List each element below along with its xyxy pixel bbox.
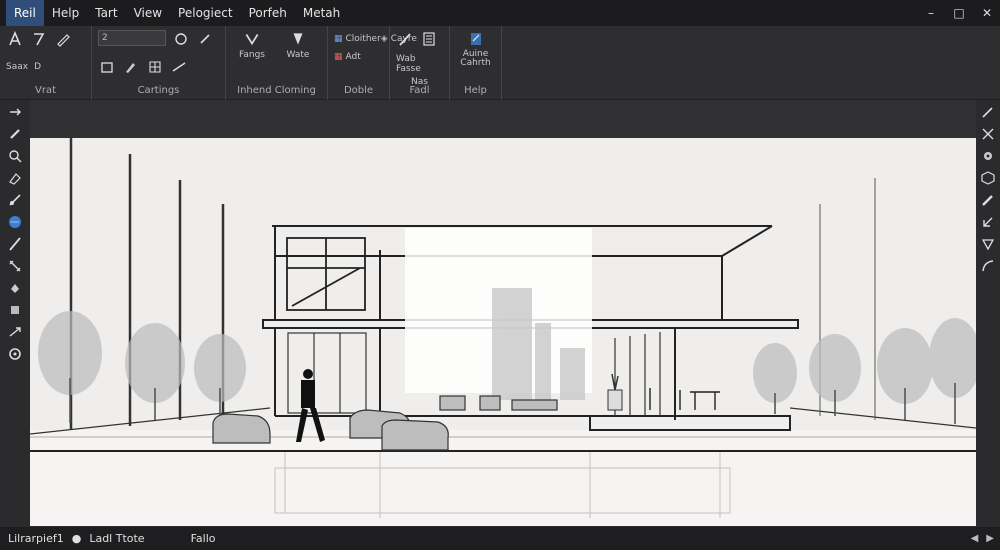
pen-icon[interactable] [396, 30, 414, 48]
help-book-icon[interactable] [467, 30, 485, 48]
status-nav: ◀ ▶ [971, 527, 994, 550]
d-tool[interactable]: D [34, 58, 41, 76]
group-label-doble: Doble [343, 85, 374, 96]
group-label-help: Help [464, 85, 487, 96]
paint-bucket-icon[interactable] [7, 280, 23, 296]
rotate-icon[interactable] [7, 346, 23, 362]
document-icon[interactable] [420, 30, 438, 48]
web-fasse-tool[interactable]: Wab Fasse Nas [396, 54, 443, 87]
adt-label: Adt [345, 52, 361, 62]
wate-tool[interactable]: Wate [278, 30, 318, 60]
ribbon-group-cartings: 2 Cartings [92, 26, 226, 100]
adt-item[interactable]: ▦ Adt [334, 48, 361, 66]
dimension-icon[interactable] [7, 258, 23, 274]
globe-icon[interactable] [7, 214, 23, 230]
menu-help[interactable]: Help [44, 0, 87, 26]
tape-icon[interactable] [7, 192, 23, 208]
push-pull-icon[interactable] [7, 302, 23, 318]
close-button[interactable]: ✕ [980, 6, 994, 20]
orbit-icon[interactable] [7, 104, 23, 120]
ribbon-group-vrat: Saax D Vrat [0, 26, 92, 100]
window-controls: – □ ✕ [924, 0, 994, 26]
pencil-icon[interactable] [54, 30, 72, 48]
ribbon-group-help: Auine Cahrth Help [450, 26, 502, 100]
wate-icon [293, 33, 303, 45]
status-item-3[interactable]: Fallo [183, 532, 224, 545]
link-icon[interactable] [196, 30, 214, 48]
wate-label: Wate [286, 50, 310, 60]
fangs-icon [245, 34, 259, 46]
fangs-tool[interactable]: Fangs [232, 30, 272, 60]
gear-icon[interactable] [980, 148, 996, 164]
nav-right-icon[interactable]: ▶ [986, 533, 994, 544]
ribbon-group-doble: ▦ Cloither ▦ Adt ◈ Cayre Doble [328, 26, 417, 100]
ribbon: Saax D Vrat 2 Cartings Fangs Wate Inhend… [0, 26, 1000, 100]
cloither-item[interactable]: ▦ Cloither [334, 30, 381, 48]
grid-icon[interactable] [146, 58, 164, 76]
status-item-2[interactable]: Ladl Ttote [81, 532, 152, 545]
pan-icon[interactable] [7, 126, 23, 142]
minimize-button[interactable]: – [924, 6, 938, 20]
group-label-fadl: Fadl [409, 85, 430, 96]
scissors-icon[interactable] [980, 126, 996, 142]
ribbon-group-fadl: Wab Fasse Nas Fadl [390, 26, 450, 100]
left-toolbar [0, 100, 30, 527]
cartings-field[interactable]: 2 [98, 30, 166, 46]
menu-reil[interactable]: Reil [6, 0, 44, 26]
right-toolbar [976, 100, 1000, 527]
info-icon[interactable]: ● [72, 532, 82, 545]
curve-icon[interactable] [980, 258, 996, 274]
move-icon[interactable] [7, 324, 23, 340]
status-item-1[interactable]: Lilrarpief1 [0, 532, 72, 545]
menu-bar: Reil Help Tart View Pelogiect Porfeh Met… [0, 0, 1000, 26]
menu-view[interactable]: View [126, 0, 170, 26]
layers-icon[interactable] [98, 58, 116, 76]
modeling-canvas[interactable] [30, 138, 976, 526]
menu-metah[interactable]: Metah [295, 0, 348, 26]
group-label-inhend: Inhend Cloming [237, 85, 316, 96]
ribbon-group-inhend: Fangs Wate Inhend Cloming [226, 26, 328, 100]
architectural-drawing [30, 138, 976, 526]
maximize-button[interactable]: □ [952, 6, 966, 20]
brush-side-icon[interactable] [980, 192, 996, 208]
menu-pelogiect[interactable]: Pelogiect [170, 0, 241, 26]
group-label-cartings: Cartings [137, 85, 180, 96]
fangs-label: Fangs [239, 50, 265, 60]
zoom-icon[interactable] [7, 148, 23, 164]
status-bar: Lilrarpief1 ● Ladl Ttote Fallo ◀ ▶ [0, 527, 1000, 550]
nav-left-icon[interactable]: ◀ [971, 533, 979, 544]
arrow-back-icon[interactable] [980, 214, 996, 230]
refresh-icon[interactable] [172, 30, 190, 48]
save-tool[interactable]: Saax [6, 58, 28, 76]
menu-tart[interactable]: Tart [87, 0, 125, 26]
measure-icon[interactable] [170, 58, 188, 76]
cube-icon[interactable] [980, 170, 996, 186]
menu-porfeh[interactable]: Porfeh [241, 0, 295, 26]
cloither-label: Cloither [345, 34, 381, 44]
save-label: Saax [6, 62, 29, 72]
shape-icon[interactable] [980, 236, 996, 252]
number-tool-icon[interactable] [30, 30, 48, 48]
select-tool-icon[interactable] [6, 30, 24, 48]
eraser-icon[interactable] [7, 170, 23, 186]
d-label: D [34, 62, 42, 72]
cahrth-label: Cahrth [460, 58, 491, 68]
brush-icon[interactable] [122, 58, 140, 76]
viewport-header [30, 100, 976, 138]
group-label-vrat: Vrat [34, 85, 56, 96]
line-icon[interactable] [7, 236, 23, 252]
web-fasse-label: Wab Fasse [396, 54, 421, 74]
wand-icon[interactable] [980, 104, 996, 120]
